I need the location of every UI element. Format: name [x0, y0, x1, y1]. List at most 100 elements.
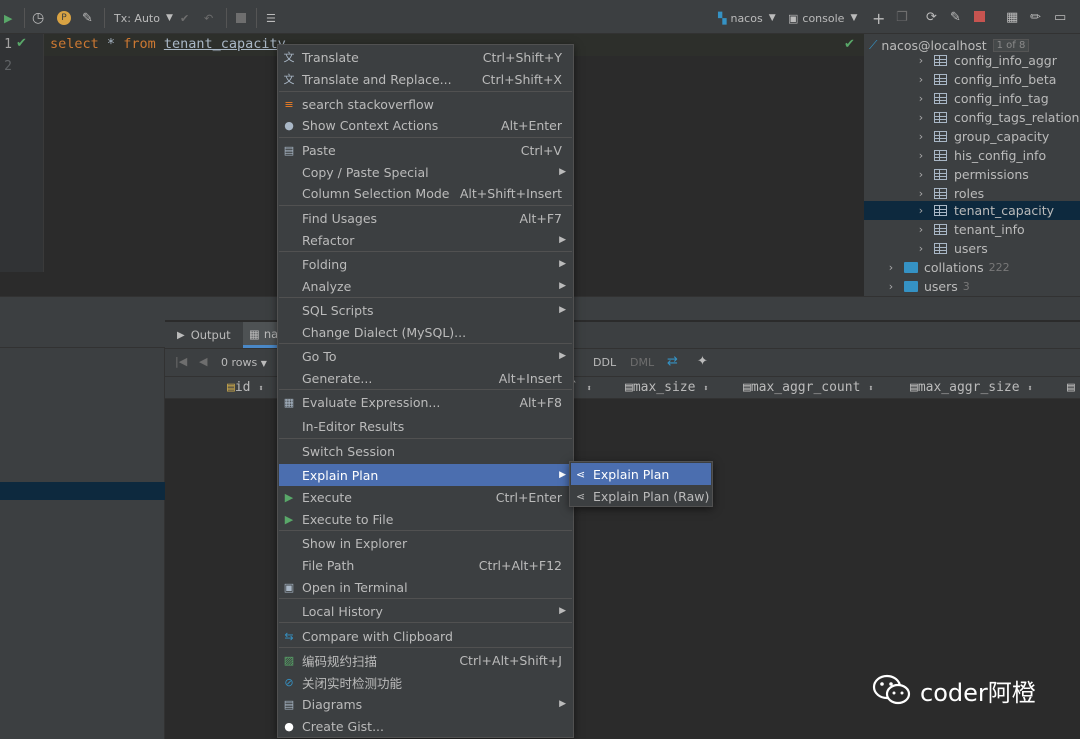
- menu-item-refactor[interactable]: Refactor ▶: [279, 229, 572, 251]
- duplicate-button[interactable]: ❐: [896, 10, 908, 25]
- tx-mode-dropdown[interactable]: Tx: Auto ▼: [114, 9, 173, 27]
- tree-item-table[interactable]: › his_config_info: [916, 146, 1080, 165]
- play-icon: ▶: [4, 11, 13, 25]
- menu-item-label: Change Dialect (MySQL)...: [302, 324, 467, 340]
- tree-item-table[interactable]: › users: [916, 239, 1080, 258]
- menu-item-generate[interactable]: Generate... Alt+Insert: [279, 367, 572, 389]
- menu-item-file-path[interactable]: File Path Ctrl+Alt+F12: [279, 554, 572, 576]
- menu-item-search-stackoverflow[interactable]: ≡ search stackoverflow: [279, 93, 572, 115]
- tree-item-label: tenant_capacity: [954, 203, 1055, 218]
- menu-item-code-scan[interactable]: ▨ 编码规约扫描 Ctrl+Alt+Shift+J: [279, 649, 572, 671]
- menu-item-evaluate-expression[interactable]: ▦ Evaluate Expression... Alt+F8: [279, 391, 572, 413]
- column-header-max-aggr-size[interactable]: ▤max_aggr_size ⬍: [910, 380, 1033, 395]
- chevron-down-icon: ▼: [768, 13, 776, 23]
- menu-item-change-dialect[interactable]: Change Dialect (MySQL)...: [279, 321, 572, 343]
- submenu-item-label: Explain Plan (Raw): [593, 488, 710, 504]
- key-column-icon: ▤: [227, 380, 235, 395]
- play-icon: ▶: [284, 512, 294, 526]
- tree-item-folder[interactable]: › collations 222: [886, 258, 1080, 277]
- console-button[interactable]: ▭: [1054, 10, 1066, 25]
- compare-icon[interactable]: ⇄: [667, 354, 678, 369]
- tree-item-folder[interactable]: › users 3: [886, 277, 1080, 296]
- edit-source-button[interactable]: ✏: [1030, 10, 1041, 25]
- column-header-max-size[interactable]: ▤max_size ⬍: [625, 380, 709, 395]
- tab-output[interactable]: ▶ Output: [177, 322, 231, 348]
- menu-item-label: File Path: [302, 557, 355, 573]
- stop-button[interactable]: [236, 9, 246, 27]
- profile-button[interactable]: P: [57, 9, 71, 27]
- ddl-button[interactable]: DDL: [593, 356, 616, 369]
- tree-item-table[interactable]: › config_info_beta: [916, 70, 1080, 89]
- menu-item-folding[interactable]: Folding ▶: [279, 253, 572, 275]
- properties-button[interactable]: ✎: [950, 10, 961, 25]
- chevron-down-icon: ▼: [165, 13, 173, 23]
- tree-item-table[interactable]: › config_tags_relation: [916, 108, 1080, 127]
- submenu-arrow-icon: ▶: [559, 470, 566, 480]
- datasource-dropdown[interactable]: ▚ nacos ▼: [718, 9, 776, 27]
- column-header-max-aggr-count[interactable]: ▤max_aggr_count ⬍: [743, 380, 874, 395]
- menu-item-shortcut: Ctrl+V: [520, 142, 562, 158]
- pin-icon[interactable]: ✦: [697, 354, 708, 369]
- menu-item-create-gist[interactable]: ● Create Gist...: [279, 715, 572, 737]
- console-dropdown[interactable]: ▣ console ▼: [788, 9, 857, 27]
- table-editor-button[interactable]: ▦: [1006, 10, 1018, 25]
- menu-separator: [279, 343, 572, 344]
- stackoverflow-icon: ≡: [284, 97, 294, 111]
- menu-item-execute[interactable]: ▶ Execute Ctrl+Enter: [279, 486, 572, 508]
- tree-item-table[interactable]: › config_info_tag: [916, 89, 1080, 108]
- menu-item-sql-scripts[interactable]: SQL Scripts ▶: [279, 299, 572, 321]
- menu-item-label: search stackoverflow: [302, 96, 434, 112]
- menu-item-analyze[interactable]: Analyze ▶: [279, 275, 572, 297]
- menu-item-compare-clipboard[interactable]: ⇆ Compare with Clipboard: [279, 625, 572, 647]
- submenu-item-explain-plan[interactable]: ⋖ Explain Plan: [571, 463, 711, 485]
- add-button[interactable]: +: [872, 9, 885, 28]
- menu-separator: [279, 297, 572, 298]
- menu-item-translate-replace[interactable]: 文 Translate and Replace... Ctrl+Shift+X: [279, 68, 572, 90]
- tree-item-table[interactable]: › tenant_info: [916, 220, 1080, 239]
- keyword-select: select: [50, 36, 99, 52]
- menu-item-open-terminal[interactable]: ▣ Open in Terminal: [279, 576, 572, 598]
- history-button[interactable]: ◷: [32, 9, 44, 27]
- first-page-icon[interactable]: |◀: [175, 355, 187, 368]
- menu-item-show-in-explorer[interactable]: Show in Explorer: [279, 532, 572, 554]
- dml-button[interactable]: DML: [630, 356, 654, 369]
- play-icon: ▶: [284, 490, 294, 504]
- tree-item-table[interactable]: › permissions: [916, 165, 1080, 184]
- menu-item-diagrams[interactable]: ▤ Diagrams ▶: [279, 693, 572, 715]
- prev-page-icon[interactable]: ◀: [199, 355, 207, 368]
- submenu-arrow-icon: ▶: [559, 259, 566, 269]
- commit-button[interactable]: ✔: [180, 9, 189, 27]
- menu-item-context-actions[interactable]: ● Show Context Actions Alt+Enter: [279, 114, 572, 136]
- tab-result[interactable]: ▦ na: [243, 322, 278, 348]
- settings-button[interactable]: ✎: [82, 9, 93, 27]
- rollback-button[interactable]: ↶: [204, 9, 213, 27]
- menu-item-label: SQL Scripts: [302, 302, 374, 318]
- column-header-id[interactable]: ▤id ⬍: [227, 380, 264, 395]
- menu-item-column-selection[interactable]: Column Selection Mode Alt+Shift+Insert: [279, 182, 572, 204]
- menu-item-translate[interactable]: 文 Translate Ctrl+Shift+Y: [279, 46, 572, 68]
- tree-item-table[interactable]: › config_info_aggr: [916, 51, 1080, 70]
- refresh-button[interactable]: ⟳: [926, 10, 937, 25]
- menu-item-in-editor-results[interactable]: In-Editor Results: [279, 415, 572, 437]
- tree-item-table-selected[interactable]: › tenant_capacity: [864, 201, 1080, 220]
- menu-item-explain-plan[interactable]: Explain Plan ▶: [279, 464, 572, 486]
- services-selected-row[interactable]: [0, 482, 165, 500]
- table-view-button[interactable]: ☰: [266, 9, 276, 27]
- submenu-item-explain-plan-raw[interactable]: ⋖ Explain Plan (Raw): [571, 485, 711, 507]
- submenu-arrow-icon: ▶: [559, 351, 566, 361]
- rows-count[interactable]: 0 rows ▼: [221, 356, 267, 369]
- menu-item-local-history[interactable]: Local History ▶: [279, 600, 572, 622]
- plus-icon: +: [872, 9, 886, 28]
- tree-item-table[interactable]: › group_capacity: [916, 127, 1080, 146]
- run-button[interactable]: ▶: [4, 9, 12, 27]
- menu-item-disable-realtime-check[interactable]: ⊘ 关闭实时检测功能: [279, 671, 572, 693]
- menu-item-execute-to-file[interactable]: ▶ Execute to File: [279, 508, 572, 530]
- table-icon: [934, 112, 947, 123]
- menu-item-paste[interactable]: ▤ Paste Ctrl+V: [279, 139, 572, 161]
- menu-item-find-usages[interactable]: Find Usages Alt+F7: [279, 207, 572, 229]
- menu-separator: [279, 91, 572, 92]
- menu-item-switch-session[interactable]: Switch Session: [279, 440, 572, 462]
- disconnect-button[interactable]: [974, 11, 985, 26]
- menu-item-go-to[interactable]: Go To ▶: [279, 345, 572, 367]
- menu-item-copy-paste-special[interactable]: Copy / Paste Special ▶: [279, 161, 572, 183]
